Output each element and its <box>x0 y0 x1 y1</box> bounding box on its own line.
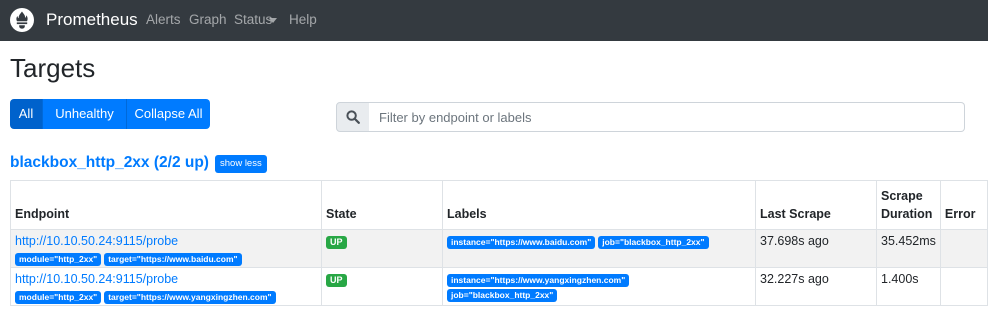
header-scrape-duration: Scrape Duration <box>876 180 941 230</box>
brand-name[interactable]: Prometheus <box>46 10 138 30</box>
header-scrape-duration-line1: Scrape <box>881 189 923 203</box>
prometheus-logo-icon[interactable] <box>10 8 34 32</box>
param-badge: target="https://www.baidu.com" <box>104 253 242 266</box>
endpoint-params: module="http_2xx" target="https://www.yan… <box>15 289 317 304</box>
error-cell <box>939 267 988 306</box>
label-badge: job="blackbox_http_2xx" <box>447 289 558 302</box>
table-row: http://10.10.50.24:9115/probe module="ht… <box>10 229 988 268</box>
endpoint-link[interactable]: http://10.10.50.24:9115/probe <box>15 234 317 249</box>
endpoint-params: module="http_2xx" target="https://www.bai… <box>15 251 317 266</box>
nav-alerts[interactable]: Alerts <box>146 12 181 28</box>
last-scrape-value: 37.698s ago <box>760 234 829 248</box>
filter-button-group: All Unhealthy Collapse All <box>10 99 210 129</box>
table-header-row: Endpoint State Labels Last Scrape Scrape… <box>10 180 988 230</box>
state-cell: UP <box>321 229 443 268</box>
param-badge: target="https://www.yangxingzhen.com" <box>104 291 276 304</box>
endpoint-cell: http://10.10.50.24:9115/probe module="ht… <box>10 267 322 306</box>
chevron-down-icon[interactable] <box>269 18 277 23</box>
collapse-all-button[interactable]: Collapse All <box>127 99 210 129</box>
top-navbar: Prometheus Alerts Graph Status Help <box>0 0 988 41</box>
targets-table: Endpoint State Labels Last Scrape Scrape… <box>10 180 988 306</box>
header-last-scrape: Last Scrape <box>755 180 877 230</box>
param-badge: module="http_2xx" <box>15 291 102 304</box>
last-scrape-cell: 37.698s ago <box>755 229 877 268</box>
scrape-duration-value: 35.452ms <box>881 234 936 248</box>
label-badge: instance="https://www.baidu.com" <box>447 236 596 249</box>
table-row: http://10.10.50.24:9115/probe module="ht… <box>10 267 988 306</box>
header-error: Error <box>939 180 988 230</box>
endpoint-cell: http://10.10.50.24:9115/probe module="ht… <box>10 229 322 268</box>
page-title: Targets <box>10 53 96 83</box>
last-scrape-value: 32.227s ago <box>760 272 829 286</box>
show-less-button[interactable]: show less <box>215 155 267 173</box>
nav-help[interactable]: Help <box>289 12 317 28</box>
endpoint-link[interactable]: http://10.10.50.24:9115/probe <box>15 272 317 287</box>
unhealthy-button[interactable]: Unhealthy <box>43 99 127 129</box>
scrape-duration-cell: 35.452ms <box>876 229 941 268</box>
header-state: State <box>321 180 443 230</box>
scrape-duration-cell: 1.400s <box>876 267 941 306</box>
header-scrape-duration-line2: Duration <box>881 207 933 221</box>
search-icon <box>346 110 360 124</box>
header-labels: Labels <box>442 180 756 230</box>
nav-graph[interactable]: Graph <box>189 12 227 28</box>
all-button[interactable]: All <box>10 99 43 129</box>
job-title-link[interactable]: blackbox_http_2xx (2/2 up) <box>10 154 209 172</box>
header-endpoint: Endpoint <box>10 180 322 230</box>
labels-cell: instance="https://www.baidu.com" job="bla… <box>442 229 756 268</box>
state-badge: UP <box>326 236 347 249</box>
param-badge: module="http_2xx" <box>15 253 102 266</box>
state-badge: UP <box>326 274 347 287</box>
scrape-duration-value: 1.400s <box>881 272 919 286</box>
error-cell <box>939 229 988 268</box>
nav-status[interactable]: Status <box>234 12 272 28</box>
search-addon <box>336 102 370 132</box>
last-scrape-cell: 32.227s ago <box>755 267 877 306</box>
search-input[interactable] <box>369 102 965 132</box>
labels-cell: instance="https://www.yangxingzhen.com" j… <box>442 267 756 306</box>
label-badge: job="blackbox_http_2xx" <box>598 236 709 249</box>
search-bar <box>336 102 966 132</box>
state-cell: UP <box>321 267 443 306</box>
label-badge: instance="https://www.yangxingzhen.com" <box>447 274 630 287</box>
